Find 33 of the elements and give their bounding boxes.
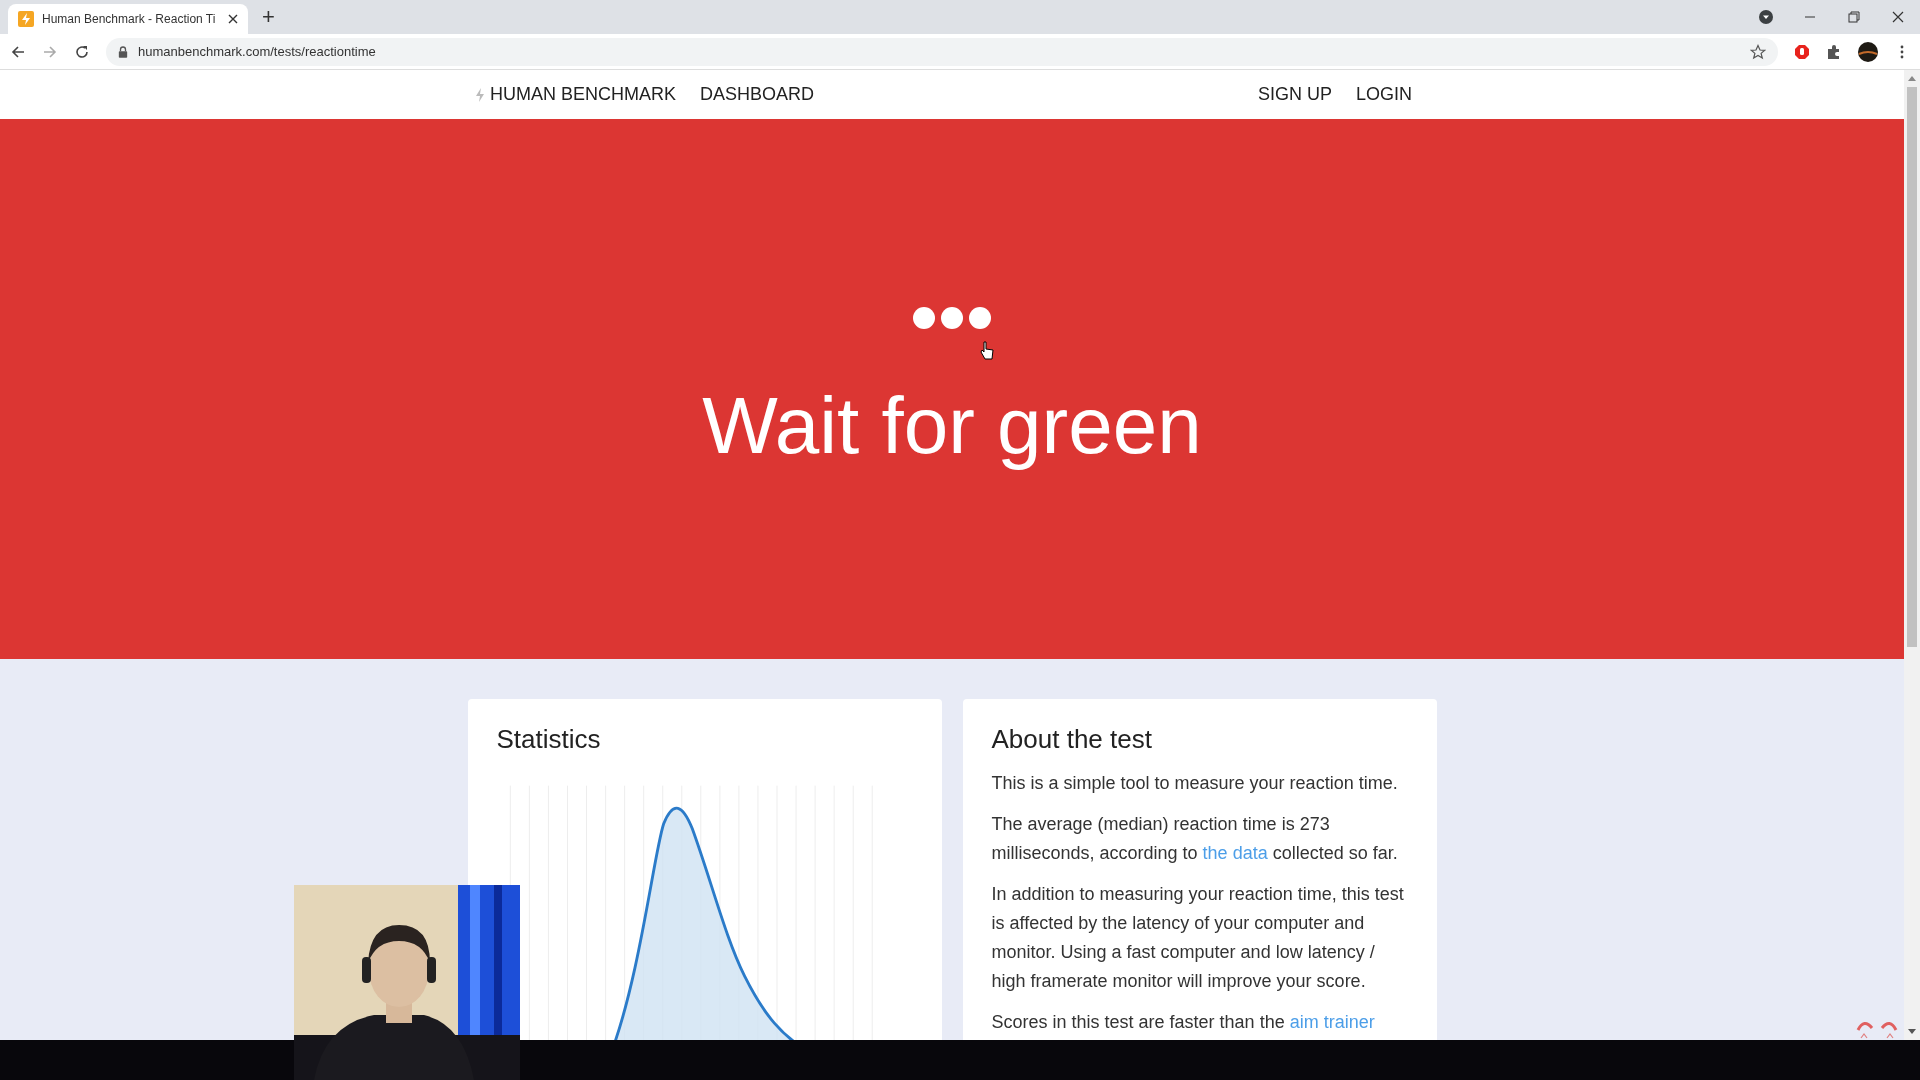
star-icon[interactable] xyxy=(1750,43,1766,60)
nav-link[interactable]: DASHBOARD xyxy=(700,84,815,105)
close-icon[interactable] xyxy=(228,14,238,24)
puzzle-icon[interactable] xyxy=(1826,43,1842,60)
test-area[interactable]: Wait for green xyxy=(0,119,1904,659)
dropdown-icon[interactable] xyxy=(1758,9,1774,25)
avatar-icon[interactable] xyxy=(1858,41,1878,62)
lock-icon xyxy=(118,45,128,58)
address-bar[interactable]: humanbenchmark.com/tests/reactiontime xyxy=(106,37,1778,66)
scroll-up-icon[interactable] xyxy=(1908,76,1916,81)
bolt-icon xyxy=(476,87,484,102)
dots-icon xyxy=(913,306,991,330)
paragraph: This is a simple tool to measure your reaction time. xyxy=(991,772,1399,795)
back-icon[interactable] xyxy=(10,43,26,60)
browser-tab[interactable]: Human Benchmark - Reaction Ti xyxy=(8,4,248,34)
new-tab-button[interactable]: + xyxy=(262,4,275,30)
paragraph: In addition to measuring your reaction time, this test is affected by the latency of your computer and monitor. Using a fast computer and low latency / high framerate monitor will improve your score. xyxy=(991,883,1405,993)
close-icon[interactable] xyxy=(1890,9,1906,25)
brand-link[interactable]: HUMAN BENCHMARK xyxy=(476,84,676,105)
nav-link[interactable]: LOGIN xyxy=(1356,84,1412,105)
card-title: About the test xyxy=(991,723,1153,756)
reload-icon[interactable] xyxy=(74,43,90,60)
bolt-icon xyxy=(18,11,34,27)
hand-cursor-icon xyxy=(980,341,994,361)
scroll-down-icon[interactable] xyxy=(1908,1029,1916,1034)
card-title: Statistics xyxy=(496,723,602,756)
scrollbar[interactable] xyxy=(1904,70,1920,1040)
restore-icon[interactable] xyxy=(1846,9,1862,25)
paragraph: The average (median) reaction time is 273 milliseconds, according to the data collected so far. xyxy=(991,813,1399,865)
nav-link[interactable]: SIGN UP xyxy=(1257,84,1332,105)
paragraph: Scores in this test are faster than the aim trainer xyxy=(991,1011,1376,1034)
scrollbar-thumb[interactable] xyxy=(1907,87,1917,647)
hero-title: Wait for green xyxy=(702,380,1202,472)
